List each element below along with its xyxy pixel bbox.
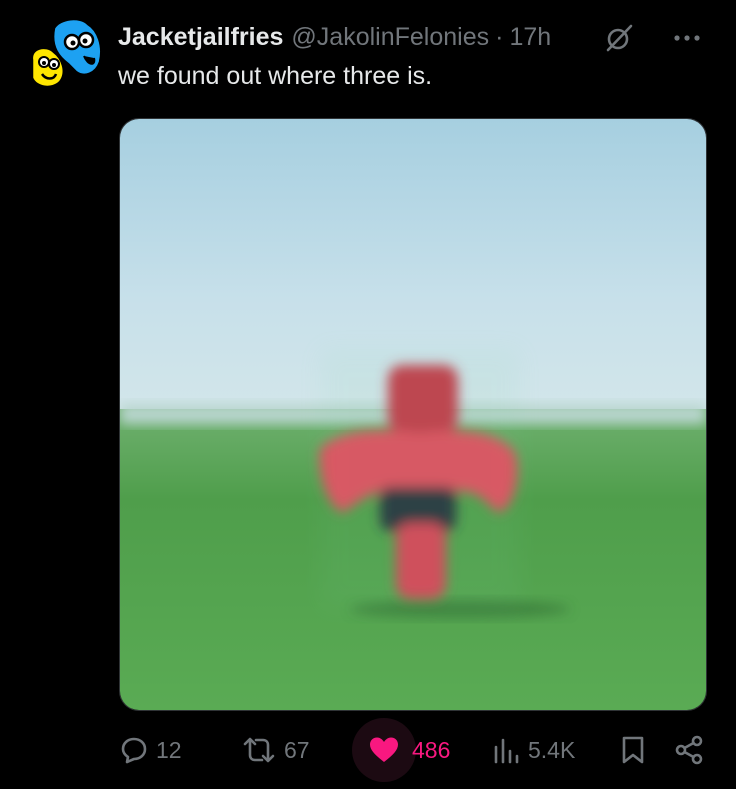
post-header: Jacketjailfries @JakolinFelonies · 17h: [118, 21, 716, 53]
reply-button[interactable]: 12: [118, 718, 182, 782]
more-horizontal-icon[interactable]: [672, 23, 702, 53]
heart-icon: [370, 737, 398, 762]
like-count: 486: [412, 736, 451, 763]
repost-button[interactable]: 67: [242, 718, 310, 782]
bookmark-button[interactable]: [620, 718, 646, 782]
post-actions-bar: 12 67 486 5.4K: [0, 718, 736, 782]
display-name[interactable]: Jacketjailfries: [118, 23, 283, 52]
user-handle[interactable]: @JakolinFelonies: [291, 23, 489, 52]
post-timestamp[interactable]: 17h: [509, 23, 551, 52]
separator-dot: ·: [495, 22, 504, 51]
avatar-cartoon-face-icon: [30, 17, 103, 89]
views-count: 5.4K: [528, 736, 576, 763]
share-button[interactable]: [674, 718, 704, 782]
grok-icon[interactable]: [604, 23, 634, 53]
repost-icon: [243, 737, 275, 763]
reply-count: 12: [156, 736, 182, 763]
post-media-image[interactable]: [119, 118, 707, 711]
post-text: we found out where three is.: [118, 62, 433, 90]
post: Jacketjailfries @JakolinFelonies · 17h w…: [0, 0, 736, 789]
repost-count: 67: [284, 736, 310, 763]
avatar[interactable]: [24, 17, 106, 94]
views-bars-icon: [494, 738, 519, 764]
like-button[interactable]: 486: [352, 718, 450, 782]
like-highlight: [352, 718, 416, 782]
views-button[interactable]: 5.4K: [492, 718, 575, 782]
reply-bubble-icon: [121, 737, 147, 764]
share-icon: [675, 735, 703, 765]
bookmark-icon: [622, 736, 644, 764]
